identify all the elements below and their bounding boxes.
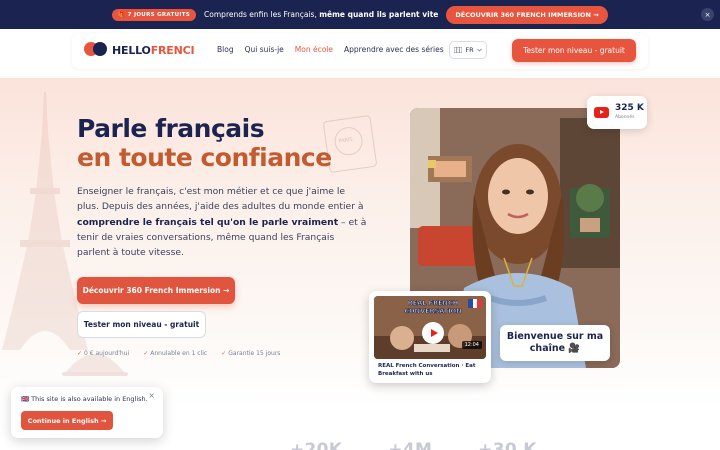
language-toast: 🇬🇧 This site is also available in Englis… (11, 387, 163, 438)
welcome-bubble: Bienvenue sur ma chaîne 🎥 (500, 325, 610, 361)
hero-description: Enseigner le français, c'est mon métier … (77, 186, 367, 259)
discover-immersion-button[interactable]: DÉCOUVRIR 360 FRENCH IMMERSION → (446, 5, 608, 24)
video-title[interactable]: REAL French Conversation · Eat Breakfast… (378, 362, 486, 378)
guarantee-item: ✓ 0 € aujourd'hui (77, 350, 130, 357)
subscriber-count: 325 K (615, 103, 644, 113)
test-level-nav-button[interactable]: Tester mon niveau - gratuit (512, 39, 636, 62)
announcement-bar: 🎁 7 JOURS GRATUITS Comprends enfin les F… (0, 0, 720, 29)
stat-value: +30 K (478, 440, 537, 450)
nav-links: Blog Qui suis-je Mon école Apprendre ave… (217, 45, 444, 54)
nav-link-blog[interactable]: Blog (217, 45, 234, 54)
flag-icon (454, 47, 463, 53)
cloche-illustration (62, 354, 128, 376)
announcement-text: Comprends enfin les Français, même quand… (204, 10, 439, 19)
hero-title-line1: Parle français (77, 114, 265, 143)
language-selector[interactable]: FR (449, 41, 487, 59)
youtube-icon (594, 107, 609, 118)
play-icon[interactable] (422, 322, 444, 344)
logo[interactable]: HELLOFRENCI (84, 41, 195, 59)
stat-value: +20K (290, 440, 343, 450)
hero-title-line2: en toute confiance (77, 143, 332, 172)
chevron-down-icon (476, 48, 482, 52)
stat-value: +4M (388, 440, 433, 450)
logo-speech-bubbles-icon (84, 41, 108, 59)
guarantee-list: ✓ 0 € aujourd'hui ✓ Annulable en 1 clic ✓ G… (77, 350, 280, 357)
check-icon: ✓ (143, 350, 149, 357)
guarantee-item: ✓ Garantie 15 jours (221, 350, 281, 357)
video-duration: 12:04 (461, 341, 482, 349)
stats-row: +20K +4M +30 K (290, 440, 537, 450)
close-icon[interactable]: × (148, 391, 155, 400)
featured-video-card[interactable]: REAL FRENCH CONVERSATION 12:04 REAL Fren… (369, 291, 491, 383)
french-flag-icon (468, 299, 483, 308)
language-code: FR (465, 46, 474, 54)
free-trial-badge: 🎁 7 JOURS GRATUITS (112, 8, 197, 21)
check-icon: ✓ (77, 350, 83, 357)
check-icon: ✓ (221, 350, 227, 357)
thumbnail-title: REAL FRENCH CONVERSATION (404, 299, 462, 315)
subscriber-label: Abonnés (615, 115, 635, 120)
nav-link-school[interactable]: Mon école (295, 45, 333, 54)
toast-message: 🇬🇧 This site is also available in Englis… (21, 395, 148, 403)
test-level-hero-button[interactable]: Tester mon niveau - gratuit (77, 311, 206, 338)
nav-link-series[interactable]: Apprendre avec des séries (344, 45, 444, 54)
close-icon[interactable]: × (701, 8, 714, 21)
guarantee-item: ✓ Annulable en 1 clic (143, 350, 208, 357)
discover-immersion-hero-button[interactable]: Découvrir 360 French Immersion → (77, 277, 235, 304)
nav-link-about[interactable]: Qui suis-je (245, 45, 284, 54)
main-navbar: HELLOFRENCI Blog Qui suis-je Mon école A… (72, 33, 648, 69)
logo-text: HELLOFRENCI (112, 43, 195, 57)
video-thumbnail[interactable]: REAL FRENCH CONVERSATION 12:04 (374, 296, 486, 359)
continue-english-button[interactable]: Continue in English → (21, 411, 113, 430)
youtube-subscribers-card[interactable]: 325 K Abonnés (587, 96, 647, 129)
